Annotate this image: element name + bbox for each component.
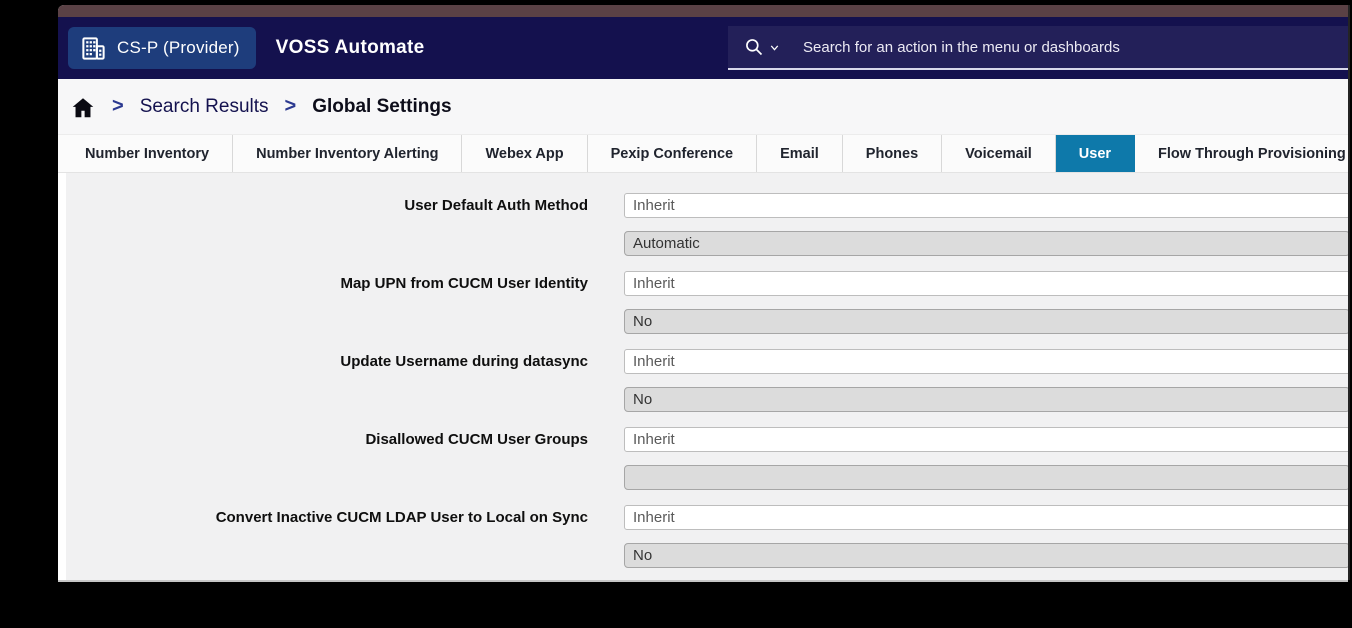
field-inputs: Inherit Automatic (624, 193, 1348, 256)
field-label: Update Username during datasync (66, 349, 588, 412)
org-badge-label: CS-P (Provider) (117, 38, 240, 58)
value-input-user-default-auth-method: Automatic (624, 231, 1348, 256)
form-row-convert-inactive-cucm-ldap-user-to-local-on-sync: Convert Inactive CUCM LDAP User to Local… (66, 505, 1348, 568)
screenshot-frame: CS-P (Provider) VOSS Automate Search for… (58, 5, 1348, 580)
tab-pexip-conference[interactable]: Pexip Conference (588, 135, 758, 172)
breadcrumb-separator: > (112, 95, 124, 117)
policy-select-user-default-auth-method[interactable]: Inherit (624, 193, 1348, 218)
field-label: Convert Inactive CUCM LDAP User to Local… (66, 505, 588, 568)
settings-tab-bar: Number InventoryNumber Inventory Alertin… (58, 135, 1348, 173)
form-row-update-username-during-datasync: Update Username during datasync Inherit No (66, 349, 1348, 412)
global-settings-form: User Default Auth Method Inherit Automatic… (58, 173, 1348, 580)
org-selector-badge[interactable]: CS-P (Provider) (68, 27, 256, 69)
field-inputs: Inherit (624, 427, 1348, 490)
tab-email[interactable]: Email (757, 135, 843, 172)
search-placeholder: Search for an action in the menu or dash… (803, 39, 1120, 56)
chevron-down-icon[interactable] (768, 41, 781, 54)
field-label: Map UPN from CUCM User Identity (66, 271, 588, 334)
field-inputs: Inherit No (624, 349, 1348, 412)
value-input-disallowed-cucm-user-groups (624, 465, 1348, 490)
tab-webex-app[interactable]: Webex App (462, 135, 587, 172)
tab-flow-through-provisioning[interactable]: Flow Through Provisioning (1135, 135, 1348, 172)
home-icon[interactable] (70, 95, 96, 121)
window-top-strip (58, 5, 1348, 17)
field-inputs: Inherit No (624, 505, 1348, 568)
search-input[interactable]: Search for an action in the menu or dash… (728, 26, 1348, 70)
field-inputs: Inherit No (624, 271, 1348, 334)
field-label: Disallowed CUCM User Groups (66, 427, 588, 490)
app-header: CS-P (Provider) VOSS Automate Search for… (58, 17, 1348, 79)
policy-select-disallowed-cucm-user-groups[interactable]: Inherit (624, 427, 1348, 452)
policy-select-map-upn-from-cucm-user-identity[interactable]: Inherit (624, 271, 1348, 296)
policy-select-update-username-during-datasync[interactable]: Inherit (624, 349, 1348, 374)
form-row-user-default-auth-method: User Default Auth Method Inherit Automatic (66, 193, 1348, 256)
breadcrumb-item-search-results[interactable]: Search Results (140, 96, 269, 117)
field-label: User Default Auth Method (66, 193, 588, 256)
tab-voicemail[interactable]: Voicemail (942, 135, 1056, 172)
policy-select-convert-inactive-cucm-ldap-user-to-local-on-sync[interactable]: Inherit (624, 505, 1348, 530)
app-title: VOSS Automate (276, 37, 425, 59)
tab-user[interactable]: User (1056, 135, 1135, 172)
tab-phones[interactable]: Phones (843, 135, 942, 172)
search-icon (744, 37, 764, 57)
form-row-disallowed-cucm-user-groups: Disallowed CUCM User Groups Inherit (66, 427, 1348, 490)
tab-number-inventory-alerting[interactable]: Number Inventory Alerting (233, 135, 462, 172)
building-icon (80, 35, 107, 62)
form-row-map-upn-from-cucm-user-identity: Map UPN from CUCM User Identity Inherit No (66, 271, 1348, 334)
breadcrumb-items: > Search Results > Global Settings (96, 95, 452, 118)
value-input-map-upn-from-cucm-user-identity: No (624, 309, 1348, 334)
breadcrumb: > Search Results > Global Settings (58, 79, 1348, 135)
breadcrumb-item-global-settings: Global Settings (312, 96, 451, 117)
tab-number-inventory[interactable]: Number Inventory (62, 135, 233, 172)
breadcrumb-separator: > (285, 95, 297, 117)
value-input-convert-inactive-cucm-ldap-user-to-local-on-sync: No (624, 543, 1348, 568)
value-input-update-username-during-datasync: No (624, 387, 1348, 412)
